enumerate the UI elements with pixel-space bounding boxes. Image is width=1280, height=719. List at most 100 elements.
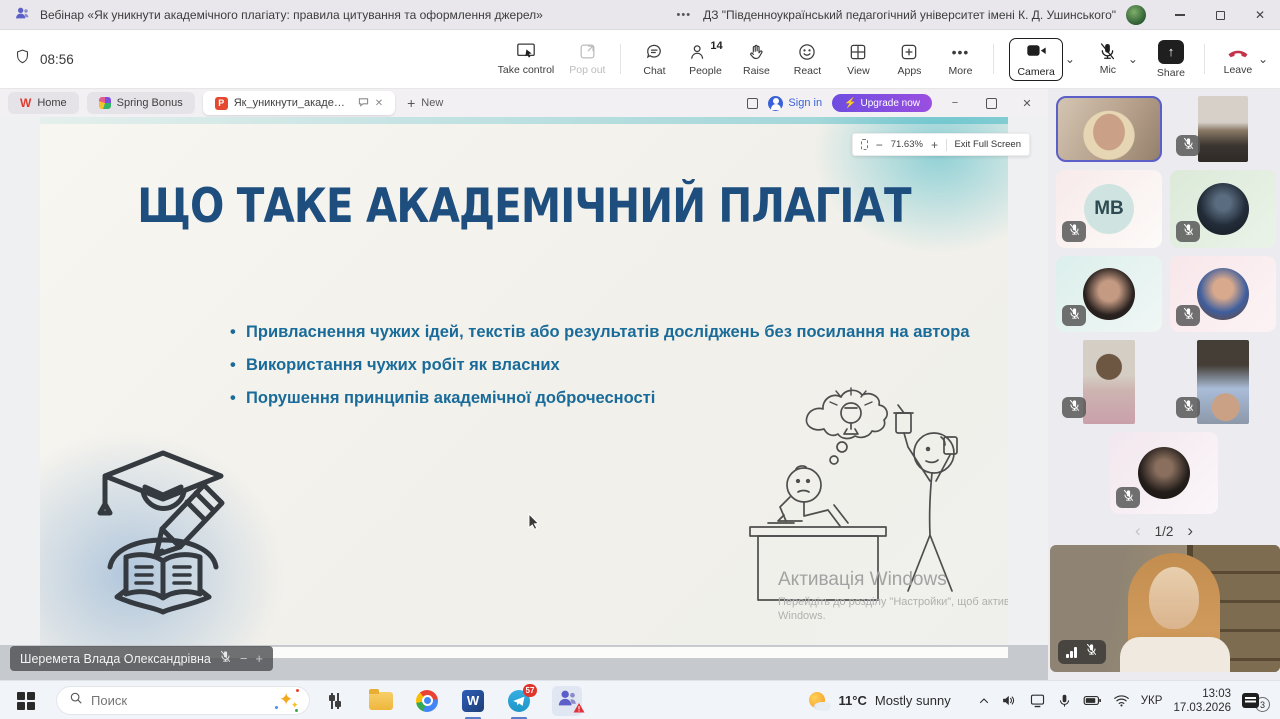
clock-time: 13:03 — [1173, 687, 1231, 701]
take-control-icon — [515, 42, 537, 61]
mic-options-chevron-icon[interactable]: ⌄ — [1128, 53, 1138, 65]
participant-large-video[interactable] — [1050, 545, 1280, 672]
maximize-button[interactable] — [1200, 0, 1240, 30]
view-button[interactable]: View — [840, 42, 876, 77]
pager-label: 1/2 — [1155, 524, 1174, 539]
exit-full-screen-button[interactable]: Exit Full Screen — [954, 139, 1021, 150]
comment-icon[interactable] — [358, 97, 369, 110]
participants-pager: ‹ 1/2 › — [1048, 521, 1280, 541]
word-button[interactable]: W — [460, 688, 486, 714]
pager-next-icon[interactable]: › — [1187, 521, 1193, 541]
taskbar-clock[interactable]: 13:03 17.03.2026 — [1173, 687, 1231, 715]
meeting-title: Вебінар «Як уникнути академічного плагіа… — [40, 8, 543, 22]
wifi-icon[interactable] — [1113, 693, 1130, 708]
weather-widget[interactable]: 11°C Mostly sunny — [809, 691, 951, 711]
presenter-mic-off-icon — [219, 650, 232, 668]
telegram-button[interactable]: 57 — [506, 688, 532, 714]
wps-close-button[interactable]: ✕ — [1014, 97, 1040, 110]
participant-initials: MB — [1084, 184, 1134, 234]
react-button[interactable]: React — [789, 42, 825, 77]
tab-spring-bonus[interactable]: Spring Bonus — [87, 92, 195, 114]
participant-tile[interactable] — [1056, 340, 1162, 424]
share-button[interactable]: ↑ Share — [1153, 40, 1189, 79]
meeting-actions: Take control Pop out Chat 14 People Rai — [498, 30, 1268, 88]
people-button[interactable]: 14 People — [687, 42, 723, 77]
window-more-icon[interactable]: ••• — [677, 9, 692, 21]
file-explorer-button[interactable] — [368, 688, 394, 714]
leave-button[interactable]: Leave — [1220, 43, 1256, 76]
tray-expand-chevron-icon[interactable] — [978, 695, 990, 707]
toolbar-divider — [620, 44, 621, 74]
notification-icon — [1242, 693, 1259, 708]
camera-button[interactable]: Camera — [1009, 38, 1062, 81]
zoom-level: 71.63% — [891, 139, 923, 150]
fit-screen-icon[interactable] — [861, 139, 868, 150]
windows-logo-icon — [17, 692, 35, 710]
sign-in-button[interactable]: Sign in — [768, 96, 822, 111]
telegram-unread-badge: 57 — [523, 684, 537, 697]
participant-tile[interactable] — [1056, 256, 1162, 332]
participant-tile-initials[interactable]: MB — [1056, 170, 1162, 248]
cast-screen-icon[interactable] — [1029, 692, 1046, 709]
language-indicator[interactable]: УКР — [1141, 695, 1163, 707]
toolbar-divider — [1204, 44, 1205, 74]
participant-tile[interactable] — [1110, 432, 1218, 514]
chat-icon — [644, 42, 664, 62]
participant-tile[interactable] — [1170, 340, 1276, 424]
tab-presentation-active[interactable]: P Як_уникнути_академічного_ ✕ — [203, 91, 395, 115]
account-avatar[interactable] — [1126, 5, 1146, 25]
participant-tile-speaking[interactable] — [1056, 96, 1162, 162]
weather-description: Mostly sunny — [875, 693, 951, 708]
task-view-icon — [331, 693, 339, 709]
close-button[interactable]: ✕ — [1240, 0, 1280, 30]
chrome-icon — [416, 690, 438, 712]
speaker-icon[interactable] — [1001, 692, 1018, 709]
zoom-in-button[interactable]: + — [931, 138, 938, 152]
participant-avatar — [1197, 268, 1249, 320]
mic-off-badge — [1176, 221, 1200, 242]
tab-home[interactable]: W Home — [8, 92, 79, 114]
user-avatar-icon — [768, 96, 783, 111]
participant-face — [1149, 567, 1199, 629]
chrome-button[interactable] — [414, 688, 440, 714]
mic-off-badge — [1116, 487, 1140, 508]
leave-options-chevron-icon[interactable]: ⌄ — [1258, 53, 1268, 65]
task-view-button[interactable] — [322, 688, 348, 714]
wps-maximize-button[interactable] — [978, 98, 1004, 109]
chat-button[interactable]: Chat — [636, 42, 672, 77]
raise-hand-button[interactable]: Raise — [738, 42, 774, 77]
pager-prev-icon[interactable]: ‹ — [1135, 521, 1141, 541]
pop-out-button: Pop out — [569, 42, 605, 76]
pill-plus-icon[interactable]: + — [255, 652, 263, 665]
apps-button[interactable]: Apps — [891, 42, 927, 77]
pill-minus-icon[interactable]: − — [240, 652, 248, 665]
camera-options-chevron-icon[interactable]: ⌄ — [1065, 53, 1075, 65]
taskbar-right: 11°C Mostly sunny УКР 13:03 17.03.2026 3 — [809, 681, 1270, 719]
taskbar-search[interactable]: ✦ ✦ — [56, 686, 310, 715]
wps-minimize-button[interactable]: − — [942, 97, 968, 109]
zoom-out-button[interactable]: − — [876, 138, 883, 152]
teams-button-active[interactable] — [552, 686, 582, 716]
graduate-student-illustration — [88, 443, 238, 620]
more-button[interactable]: ••• More — [942, 42, 978, 77]
start-button[interactable] — [14, 689, 38, 713]
mouse-cursor — [528, 513, 540, 535]
participant-tile[interactable] — [1170, 256, 1276, 332]
notification-center-button[interactable]: 3 — [1242, 689, 1270, 712]
participant-tile[interactable] — [1170, 96, 1276, 162]
tray-mic-icon[interactable] — [1057, 693, 1072, 709]
layout-icon[interactable] — [747, 98, 758, 109]
participant-tile[interactable] — [1170, 170, 1276, 248]
battery-icon[interactable] — [1083, 693, 1102, 708]
search-input[interactable] — [91, 693, 267, 708]
new-tab-button[interactable]: + New — [407, 95, 443, 111]
apps-icon — [899, 42, 919, 62]
spring-bonus-icon — [99, 97, 111, 109]
tab-close-icon[interactable]: ✕ — [375, 98, 383, 109]
mic-button[interactable]: Mic — [1090, 42, 1126, 76]
take-control-button[interactable]: Take control — [498, 42, 555, 76]
minimize-button[interactable] — [1160, 0, 1200, 30]
react-icon — [797, 42, 817, 62]
share-icon: ↑ — [1158, 40, 1184, 64]
upgrade-now-button[interactable]: ⚡ Upgrade now — [832, 94, 932, 112]
